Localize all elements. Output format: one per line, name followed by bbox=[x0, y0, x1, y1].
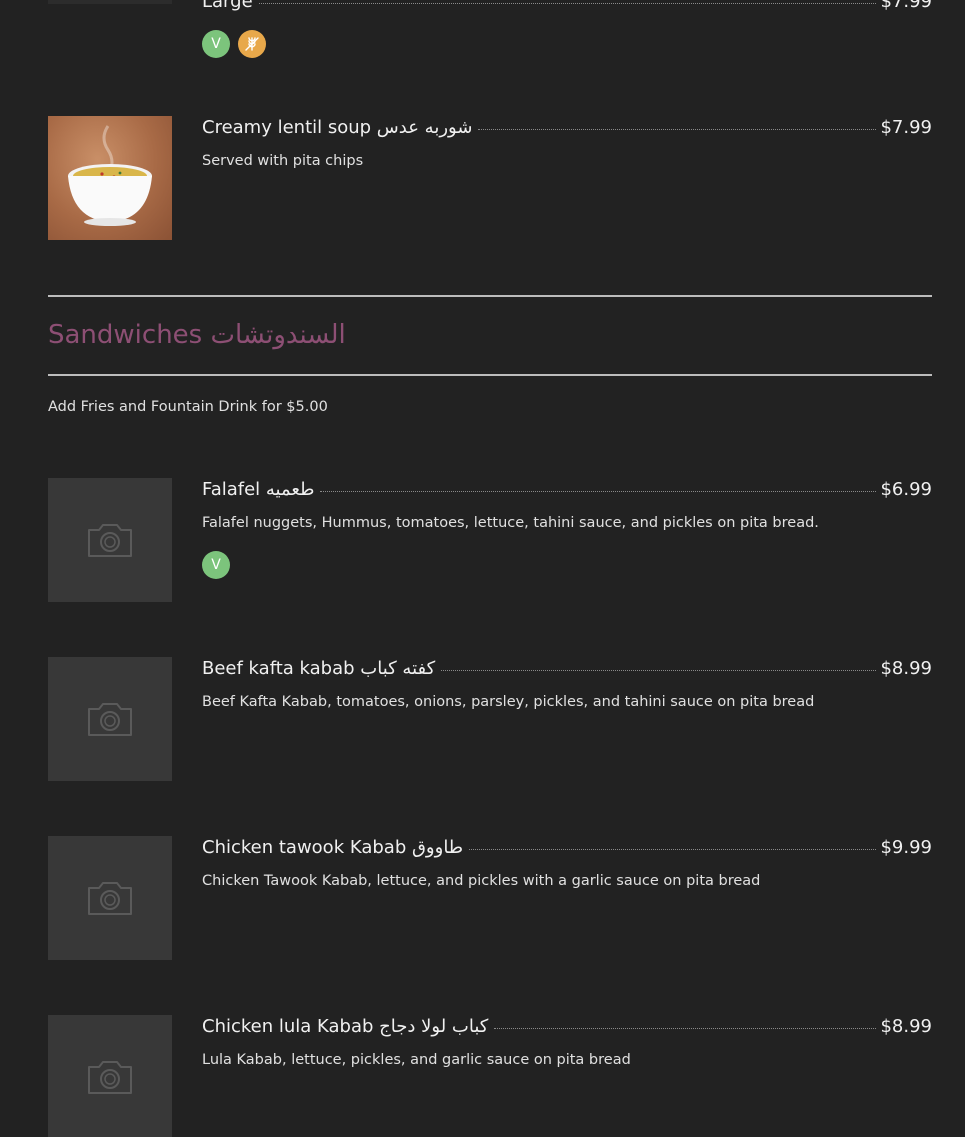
dotted-leader bbox=[320, 491, 877, 492]
menu-item-name: Chicken lula Kabab كباب لولا دجاج bbox=[202, 1016, 489, 1037]
menu-item-price: $7.99 bbox=[880, 0, 932, 12]
gluten-free-icon bbox=[238, 30, 266, 58]
menu-item-lentil-soup[interactable]: Creamy lentil soup شوربه عدس $7.99 Serve… bbox=[48, 116, 932, 240]
dotted-leader bbox=[258, 3, 877, 4]
section-divider-bottom bbox=[48, 374, 932, 376]
menu-item-price: $6.99 bbox=[880, 479, 932, 500]
menu-item-price: $7.99 bbox=[880, 117, 932, 138]
dotted-leader bbox=[441, 670, 877, 671]
menu-item-price: $8.99 bbox=[880, 658, 932, 679]
menu-item-description: Served with pita chips bbox=[202, 153, 364, 169]
section-title-sandwiches: Sandwiches السندوتشات bbox=[48, 320, 346, 350]
soup-photo[interactable] bbox=[48, 116, 172, 240]
menu-item-description: Falafel nuggets, Hummus, tomatoes, lettu… bbox=[202, 515, 819, 531]
menu-item-description: Lula Kabab, lettuce, pickles, and garlic… bbox=[202, 1052, 631, 1068]
menu-item-name: Falafel طعميه bbox=[202, 479, 315, 500]
menu-item-large[interactable]: Large $7.99 V bbox=[202, 0, 932, 58]
dotted-leader bbox=[478, 129, 877, 130]
menu-item-name: Creamy lentil soup شوربه عدس bbox=[202, 117, 473, 138]
menu-item-falafel[interactable]: Falafel طعميه $6.99 Falafel nuggets, Hum… bbox=[48, 478, 932, 602]
menu-item-name: Large bbox=[202, 0, 253, 12]
camera-icon bbox=[88, 703, 132, 736]
menu-item-price: $8.99 bbox=[880, 1016, 932, 1037]
menu-item-name: Beef kafta kabab كفته كباب bbox=[202, 658, 436, 679]
section-note: Add Fries and Fountain Drink for $5.00 bbox=[48, 399, 328, 415]
image-placeholder[interactable] bbox=[48, 478, 172, 602]
menu-item-thumbnail bbox=[48, 0, 172, 4]
menu-page: Large $7.99 V Creamy lentil soup شوربه ع… bbox=[0, 0, 965, 1137]
menu-item-description: Beef Kafta Kabab, tomatoes, onions, pars… bbox=[202, 694, 815, 710]
vegetarian-icon: V bbox=[202, 551, 230, 579]
menu-item-price: $9.99 bbox=[880, 837, 932, 858]
menu-item-chicken-lula[interactable]: Chicken lula Kabab كباب لولا دجاج $8.99 … bbox=[48, 1015, 932, 1137]
section-divider-top bbox=[48, 295, 932, 297]
image-placeholder[interactable] bbox=[48, 836, 172, 960]
menu-item-beef-kafta[interactable]: Beef kafta kabab كفته كباب $8.99 Beef Ka… bbox=[48, 657, 932, 781]
menu-item-name: Chicken tawook Kabab طاووق bbox=[202, 837, 464, 858]
dotted-leader bbox=[494, 1028, 877, 1029]
camera-icon bbox=[88, 1061, 132, 1094]
image-placeholder[interactable] bbox=[48, 1015, 172, 1137]
soup-bowl-image bbox=[68, 125, 152, 226]
menu-item-description: Chicken Tawook Kabab, lettuce, and pickl… bbox=[202, 873, 761, 889]
dotted-leader bbox=[469, 849, 877, 850]
camera-icon bbox=[88, 524, 132, 557]
camera-icon bbox=[88, 882, 132, 915]
menu-item-chicken-tawook[interactable]: Chicken tawook Kabab طاووق $9.99 Chicken… bbox=[48, 836, 932, 960]
image-placeholder[interactable] bbox=[48, 657, 172, 781]
vegetarian-icon: V bbox=[202, 30, 230, 58]
